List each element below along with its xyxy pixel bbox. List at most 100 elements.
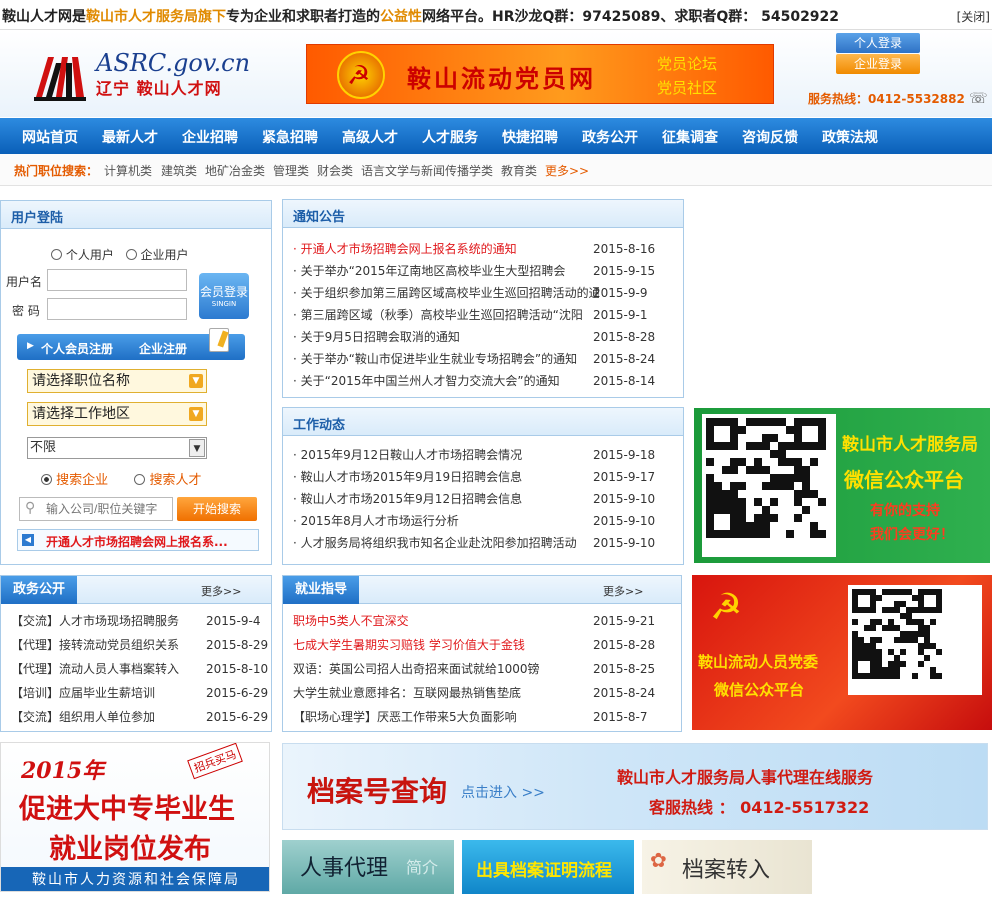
news-title: 工作动态: [293, 418, 346, 433]
list-item-title[interactable]: · 开通人才市场招聘会网上报名系统的通知: [293, 238, 599, 260]
list-item-title[interactable]: · 鞍山人才市场2015年9月12日招聘会信息: [293, 488, 579, 510]
list-item-title[interactable]: · 第三届跨区域（秋季）高校毕业生巡回招聘活动“沈阳: [293, 304, 599, 326]
list-item-title[interactable]: · 关于“2015年中国兰州人才智力交流大会”的通知: [293, 370, 599, 392]
list-item-title[interactable]: · 鞍山人才市场2015年9月19日招聘会信息: [293, 466, 579, 488]
keyword-search-box: ⚲: [19, 497, 173, 521]
limit-select[interactable]: 不限 ▼: [27, 437, 207, 459]
list-item-title[interactable]: · 人才服务局将组织我市知名企业赴沈阳参加招聘活动: [293, 532, 579, 554]
list-item-date: 2015-8-24: [593, 686, 656, 700]
close-announcement-button[interactable]: [关闭]: [957, 8, 990, 25]
banner-sub-forum: 党员论坛: [657, 55, 718, 73]
wechat-banner-party[interactable]: ☭ 鞍山流动人员党委 微信公众平台: [692, 575, 992, 730]
list-item-date: 2015-9-10: [593, 514, 656, 528]
nav-item-gov-affairs[interactable]: 政务公开: [582, 127, 638, 147]
top-announcement-bar: 鞍山人才网是鞍山市人才服务局旗下专为企业和求职者打造的公益性网络平台。HR沙龙Q…: [0, 0, 992, 30]
hot-job-link[interactable]: 计算机类: [104, 162, 152, 179]
search-icon: ⚲: [25, 500, 36, 516]
radio-company-user[interactable]: [125, 249, 137, 260]
promo-footer: 鞍山市人力资源和社会保障局: [1, 867, 269, 891]
hot-job-link[interactable]: 建筑类: [161, 162, 197, 179]
wechat-line2: 微信公众平台: [844, 468, 964, 492]
hot-job-link[interactable]: 管理类: [273, 162, 309, 179]
list-item-date: 2015-8-25: [593, 662, 656, 676]
nav-item-urgent-recruit[interactable]: 紧急招聘: [262, 127, 318, 147]
tile-archive-proof[interactable]: 出具档案证明流程: [462, 840, 634, 894]
hot-job-link[interactable]: 地矿冶金类: [205, 162, 265, 179]
hot-jobs-more-link[interactable]: 更多>>: [545, 162, 589, 179]
nav-item-survey[interactable]: 征集调查: [662, 127, 718, 147]
list-item-title[interactable]: 【代理】接转流动党员组织关系: [11, 634, 191, 656]
password-input[interactable]: [47, 298, 187, 320]
wechat2-line1: 鞍山流动人员党委: [698, 653, 819, 671]
nav-item-home[interactable]: 网站首页: [22, 127, 78, 147]
radio-personal-label: 个人用户: [65, 248, 114, 262]
graduate-job-promo-banner[interactable]: 2015年 促进大中专毕业生 就业岗位发布 招兵买马 鞍山市人力资源和社会保障局: [0, 742, 270, 892]
list-item-title[interactable]: 【交流】组织用人单位参加: [11, 706, 191, 728]
logo-tagline: 辽宁 鞍山人才网: [96, 79, 222, 98]
archive-query-banner[interactable]: 档案号查询 点击进入 >> 鞍山市人才服务局人事代理在线服务 客服热线 ： 04…: [282, 743, 988, 830]
member-login-button[interactable]: 会员登录 SINGIN: [199, 273, 249, 319]
company-login-button[interactable]: 企业登录: [836, 54, 920, 74]
list-item-title[interactable]: 【交流】人才市场现场招聘服务: [11, 610, 191, 632]
banner-sub-community: 党员社区: [657, 79, 718, 97]
username-input[interactable]: [47, 269, 187, 291]
register-personal-link[interactable]: 个人会员注册: [41, 340, 113, 357]
tile-proof-title: 出具档案证明流程: [476, 861, 612, 881]
nav-item-quick-recruit[interactable]: 快捷招聘: [502, 127, 558, 147]
nav-item-consult[interactable]: 咨询反馈: [742, 127, 798, 147]
notice-link[interactable]: 开通人才市场招聘会网上报名系...: [46, 533, 228, 550]
hot-job-link[interactable]: 财会类: [317, 162, 353, 179]
radio-search-talent[interactable]: [134, 474, 146, 485]
promo-line1: 促进大中专毕业生: [19, 794, 235, 825]
list-item-title[interactable]: · 2015年8月人才市场运行分析: [293, 510, 579, 532]
chevron-down-icon: ▼: [189, 407, 203, 421]
list-item-date: 2015-9-4: [206, 614, 261, 628]
register-company-link[interactable]: 企业注册: [139, 340, 187, 357]
keyword-search-input[interactable]: [42, 498, 172, 520]
list-item-title[interactable]: 双语：英国公司招人出奇招来面试就给1000镑: [293, 658, 579, 680]
asrc-logo-icon[interactable]: [32, 47, 88, 103]
hot-job-link[interactable]: 语言文学与新闻传播学类: [361, 162, 493, 179]
list-item-title[interactable]: · 关于举办“2015年辽南地区高校毕业生大型招聘会: [293, 260, 599, 282]
username-label: 用户名: [6, 275, 43, 289]
member-login-label: 会员登录: [199, 285, 248, 299]
phone-icon: ☏: [969, 89, 988, 107]
archive-click-link[interactable]: 点击进入 >>: [461, 782, 545, 802]
list-item-title[interactable]: · 关于举办“鞍山市促进毕业生就业专场招聘会”的通知: [293, 348, 599, 370]
start-search-button[interactable]: 开始搜索: [177, 497, 257, 521]
banner-title: 鞍山流动党员网: [407, 64, 596, 93]
jobs-more-link[interactable]: 更多>>: [603, 583, 643, 599]
list-item-title[interactable]: 七成大学生暑期实习赔钱 学习价值大于金钱: [293, 634, 579, 656]
list-item-title[interactable]: 【职场心理学】厌恶工作带来5大负面影响: [293, 706, 579, 728]
list-item-title[interactable]: 大学生就业意愿排名：互联网最热销售垫底: [293, 682, 579, 704]
main-nav: 网站首页 最新人才 企业招聘 紧急招聘 高级人才 人才服务 快捷招聘 政务公开 …: [0, 118, 992, 154]
list-item-title[interactable]: 【代理】流动人员人事档案转入: [11, 658, 191, 680]
list-item-title[interactable]: 【培训】应届毕业生薪培训: [11, 682, 191, 704]
personal-login-button[interactable]: 个人登录: [836, 33, 920, 53]
area-select[interactable]: 请选择工作地区 ▼: [27, 402, 207, 426]
nav-item-senior-talent[interactable]: 高级人才: [342, 127, 398, 147]
tile-personnel-agent[interactable]: 人事代理 简介: [282, 840, 454, 894]
tile-archive-transfer[interactable]: ✿ 档案转入: [642, 840, 812, 894]
hot-job-link[interactable]: 教育类: [501, 162, 537, 179]
list-item-date: 2015-9-9: [593, 286, 648, 300]
promo-line2: 就业岗位发布: [49, 834, 211, 865]
wechat-banner-talent-service[interactable]: 鞍山市人才服务局 微信公众平台 有你的支持 我们会更好！: [694, 408, 990, 563]
list-item-title[interactable]: · 关于组织参加第三届跨区域高校毕业生巡回招聘活动的通知: [293, 282, 599, 304]
radio-company-label: 企业用户: [140, 248, 189, 262]
list-item-title[interactable]: · 2015年9月12日鞍山人才市场招聘会情况: [293, 444, 579, 466]
area-select-value: 请选择工作地区: [32, 406, 130, 422]
radio-search-company[interactable]: [41, 474, 52, 485]
radio-search-company-label: 搜索企业: [56, 473, 109, 488]
nav-item-latest-talent[interactable]: 最新人才: [102, 127, 158, 147]
list-item-title[interactable]: · 关于9月5日招聘会取消的通知: [293, 326, 599, 348]
position-select[interactable]: 请选择职位名称 ▼: [27, 369, 207, 393]
nav-item-talent-service[interactable]: 人才服务: [422, 127, 478, 147]
party-member-banner[interactable]: ☭ 鞍山流动党员网 党员论坛 党员社区: [306, 44, 774, 104]
gov-more-link[interactable]: 更多>>: [201, 583, 241, 599]
list-item-title[interactable]: 职场中5类人不宜深交: [293, 610, 579, 632]
nav-item-policy[interactable]: 政策法规: [822, 127, 878, 147]
radio-personal-user[interactable]: [51, 249, 62, 260]
nav-item-company-recruit[interactable]: 企业招聘: [182, 127, 238, 147]
list-item-date: 2015-8-7: [593, 710, 648, 724]
